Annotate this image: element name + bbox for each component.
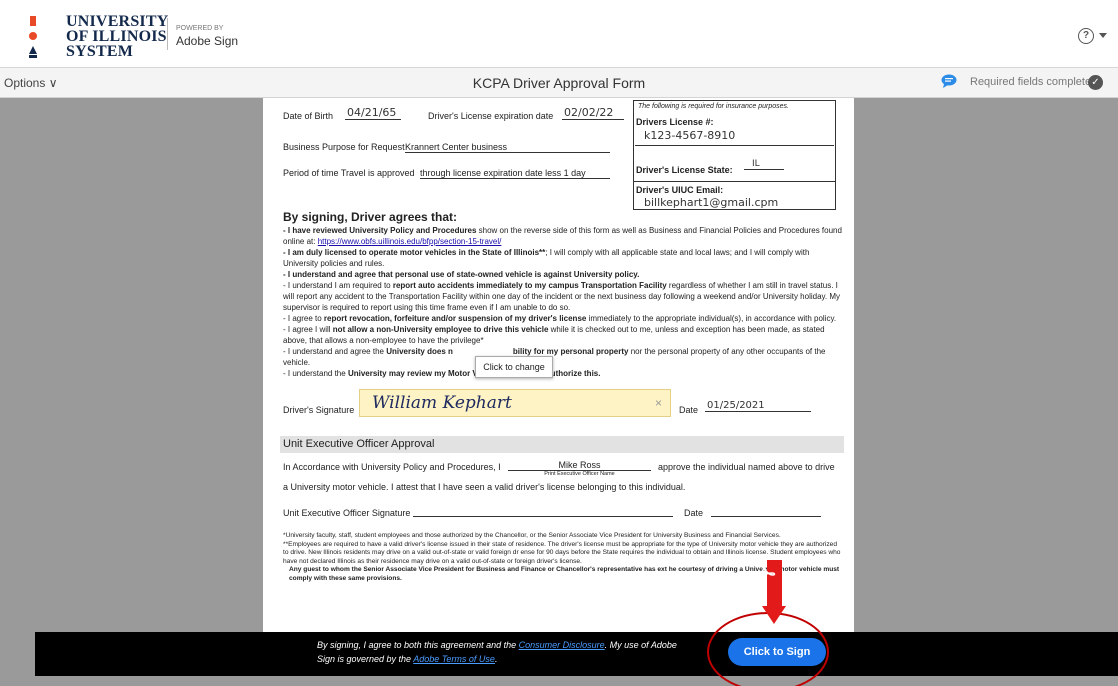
officer-date-label: Date [684, 508, 704, 518]
sign-arrow-label: Sign [755, 595, 762, 610]
approval-line-2: a University motor vehicle. I attest tha… [283, 482, 686, 492]
driver-signature-label: Driver's Signature [283, 405, 355, 415]
comment-icon[interactable] [941, 74, 957, 88]
term-1: - I have reviewed University Policy and … [283, 226, 842, 246]
sign-bar: By signing, I agree to both this agreeme… [35, 632, 1118, 676]
left-gutter [0, 632, 35, 676]
window-bottom-edge [0, 676, 1118, 686]
officer-signature-field[interactable] [413, 516, 673, 517]
university-logo: UNIVERSITY OF ILLINOIS SYSTEM [28, 14, 168, 60]
app-header: UNIVERSITY OF ILLINOIS SYSTEM POWERED BY… [0, 0, 1118, 68]
purpose-label: Business Purpose for Request [283, 142, 405, 152]
university-wordmark: UNIVERSITY OF ILLINOIS SYSTEM [66, 13, 169, 60]
university-logo-icon [29, 16, 37, 58]
insurance-box: The following is required for insurance … [633, 100, 836, 210]
consumer-disclosure-link[interactable]: Consumer Disclosure [519, 640, 605, 650]
insurance-divider [634, 181, 835, 182]
dob-field[interactable]: 04/21/65 [345, 106, 401, 120]
consent-text: By signing, I agree to both this agreeme… [317, 640, 677, 664]
click-to-change-tooltip: Click to change [475, 356, 553, 378]
signature-value: William Kephart [372, 393, 512, 413]
officer-signature-label: Unit Executive Officer Signature [283, 508, 411, 518]
org-line-1: UNIVERSITY [66, 13, 169, 30]
driver-agreement-terms: By signing, Driver agrees that: - I have… [283, 210, 843, 379]
clear-signature-icon[interactable]: × [655, 396, 662, 410]
license-exp-field[interactable]: 02/02/22 [562, 106, 624, 120]
term-2: - I am duly licensed to operate motor ve… [283, 248, 810, 268]
org-line-2: OF ILLINOIS [66, 28, 167, 45]
term-7: - I understand and agree the University … [283, 347, 826, 367]
period-label: Period of time Travel is approved [283, 168, 415, 178]
header-divider [167, 18, 168, 50]
approval-line-1: In Accordance with University Policy and… [283, 462, 501, 472]
approval-section-heading: Unit Executive Officer Approval [280, 436, 844, 453]
options-menu[interactable]: Options ∨ [4, 76, 57, 90]
chevron-down-icon [1099, 33, 1107, 38]
term-3: - I understand and agree that personal u… [283, 270, 640, 279]
help-icon: ? [1078, 28, 1094, 44]
officer-name-caption: Print Executive Officer Name [544, 471, 615, 477]
license-state-label: Driver's License State: [636, 165, 733, 175]
license-exp-label: Driver's License expiration date [428, 111, 554, 121]
footnote-1: *University faculty, staff, student empl… [283, 532, 781, 539]
org-line-3: SYSTEM [66, 43, 133, 60]
policy-link[interactable]: https://www.obfs.uillinois.edu/bfpp/sect… [318, 237, 502, 246]
license-num-field[interactable]: k123-4567-8910 [644, 129, 832, 142]
purpose-field[interactable]: Krannert Center business [405, 142, 610, 153]
license-state-field[interactable]: IL [744, 159, 784, 170]
insurance-note: The following is required for insurance … [638, 103, 789, 110]
term-4: - I understand I am required to report a… [283, 281, 841, 312]
document-toolbar: Options ∨ KCPA Driver Approval Form Requ… [0, 68, 1118, 98]
term-8: - I understand the University may review… [283, 369, 601, 378]
license-num-underline [635, 145, 834, 146]
acrobat-sign-icon [757, 561, 776, 580]
document-page: Date of Birth 04/21/65 Driver's License … [263, 98, 854, 633]
arrow-head-icon [762, 606, 786, 624]
dob-label: Date of Birth [283, 111, 334, 121]
officer-date-field[interactable] [711, 516, 821, 517]
email-field[interactable]: billkephart1@gmail.cpm [644, 196, 778, 209]
email-label: Driver's UIUC Email: [636, 185, 724, 195]
signature-date-field[interactable]: 01/25/2021 [705, 400, 811, 412]
terms-heading: By signing, Driver agrees that: [283, 210, 458, 224]
signature-date-label: Date [679, 405, 699, 415]
driver-signature-field[interactable]: William Kephart × [359, 389, 671, 417]
term-5: - I agree to report revocation, forfeitu… [283, 314, 837, 323]
officer-name-field[interactable]: Mike Ross [508, 460, 651, 471]
help-menu[interactable]: ? [1078, 28, 1110, 44]
term-6: - I agree I will not allow a non-Univers… [283, 325, 825, 345]
product-name: Adobe Sign [176, 34, 239, 48]
adobe-sign-window: UNIVERSITY OF ILLINOIS SYSTEM POWERED BY… [0, 0, 1118, 686]
approval-line-1-end: approve the individual named above to dr… [658, 462, 835, 472]
required-fields-status: Required fields completed [970, 76, 1098, 88]
period-field[interactable]: through license expiration date less 1 d… [420, 168, 610, 179]
check-icon: ✓ [1088, 75, 1103, 90]
adobe-terms-link[interactable]: Adobe Terms of Use [413, 654, 495, 664]
license-num-label: Drivers License #: [636, 117, 714, 127]
powered-by-label: POWERED BY [176, 25, 224, 32]
